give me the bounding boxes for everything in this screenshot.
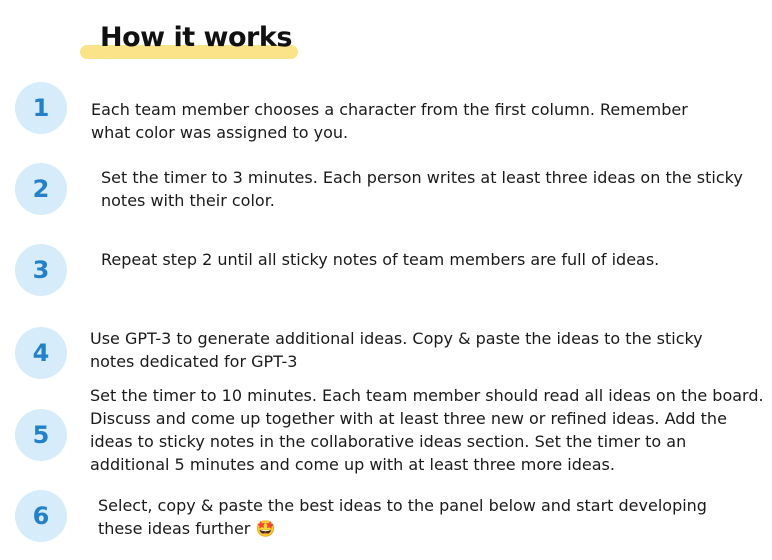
step-text-6: Select, copy & paste the best ideas to t… xyxy=(98,494,718,540)
step-text-3: Repeat step 2 until all sticky notes of … xyxy=(101,250,660,269)
step-text-4: Use GPT-3 to generate additional ideas. … xyxy=(90,329,703,371)
step-number-5: 5 xyxy=(15,409,67,461)
page-title: How it works xyxy=(100,22,292,53)
step-number-6: 6 xyxy=(15,490,67,542)
step-number-1: 1 xyxy=(15,82,67,134)
step-number-4: 4 xyxy=(15,327,67,379)
step-text-6-body: Select, copy & paste the best ideas to t… xyxy=(98,496,707,538)
step-number-3: 3 xyxy=(15,244,67,296)
step-text-5: Set the timer to 10 minutes. Each team m… xyxy=(90,386,764,474)
step-number-2: 2 xyxy=(15,163,67,215)
title-block: How it works xyxy=(80,18,298,62)
step-text-1: Each team member chooses a character fro… xyxy=(91,100,688,142)
step-text-2: Set the timer to 3 minutes. Each person … xyxy=(101,168,743,210)
star-struck-emoji-icon: 🤩 xyxy=(255,519,276,538)
